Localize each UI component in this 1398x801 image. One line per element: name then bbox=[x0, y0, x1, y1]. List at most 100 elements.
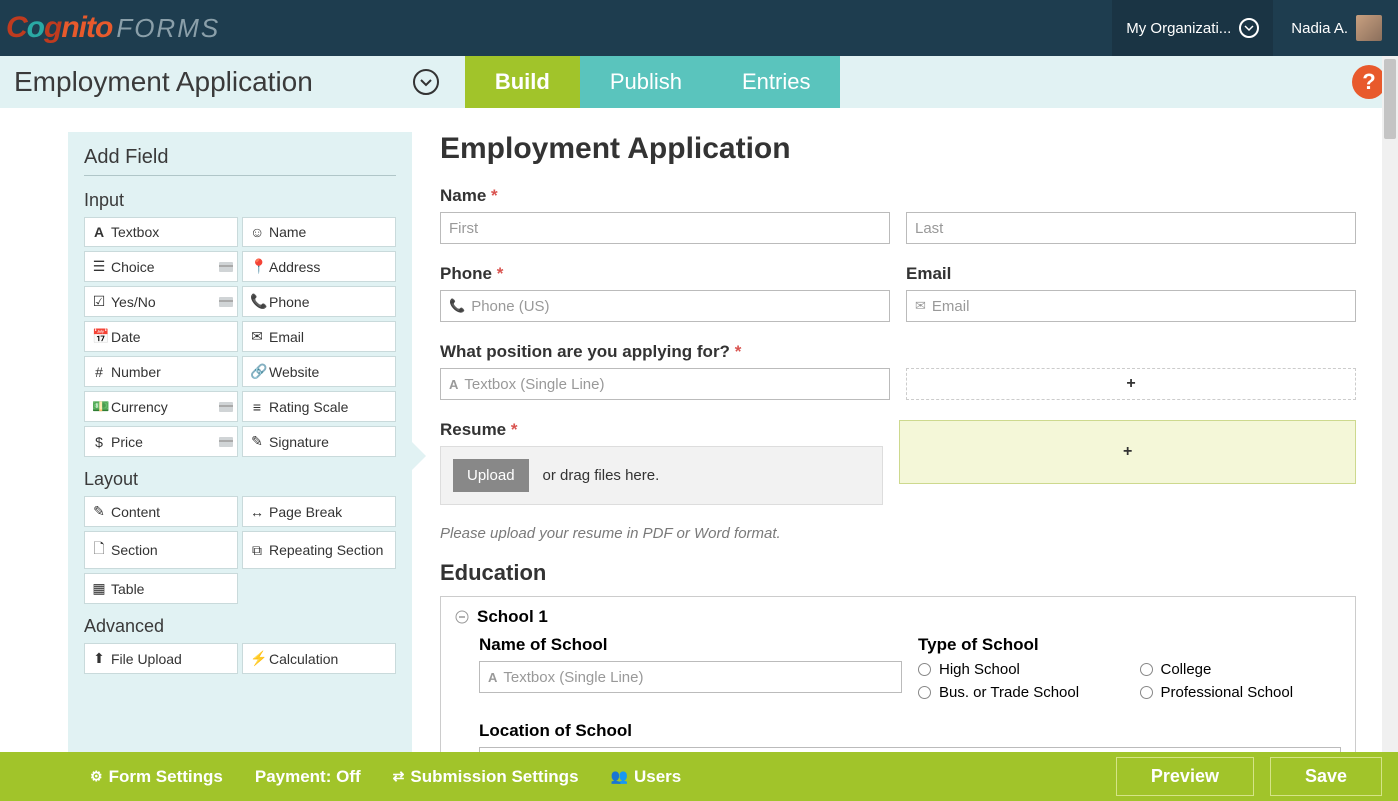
money-icon: 💵 bbox=[92, 398, 106, 415]
field-price[interactable]: $Price bbox=[84, 426, 238, 457]
field-signature[interactable]: ✎Signature bbox=[242, 426, 396, 457]
tabs: Build Publish Entries bbox=[465, 56, 841, 108]
avatar bbox=[1356, 15, 1382, 41]
card-icon bbox=[219, 437, 233, 447]
field-pagebreak[interactable]: ↔Page Break bbox=[242, 496, 396, 527]
sidebar-add-field: Add Field Input ATextbox ☺Name ☰Choice 📍… bbox=[68, 132, 412, 752]
text-icon: A bbox=[449, 377, 458, 392]
phone-input[interactable]: 📞 Phone (US) bbox=[440, 290, 890, 322]
field-yesno[interactable]: ☑Yes/No bbox=[84, 286, 238, 317]
logo-cognito: Cognito bbox=[6, 11, 112, 45]
resume-label: Resume * bbox=[440, 420, 883, 440]
users-icon: 👥 bbox=[611, 768, 628, 785]
field-repeating[interactable]: ⧉Repeating Section bbox=[242, 531, 396, 569]
pin-icon: 📍 bbox=[250, 258, 264, 275]
add-field-zone-large[interactable]: + bbox=[899, 420, 1356, 484]
card-icon bbox=[219, 402, 233, 412]
remove-icon[interactable] bbox=[455, 610, 469, 624]
form-settings-button[interactable]: ⚙Form Settings bbox=[90, 767, 223, 787]
check-icon: ☑ bbox=[92, 293, 106, 310]
field-currency[interactable]: 💵Currency bbox=[84, 391, 238, 422]
field-fileupload[interactable]: ⬆File Upload bbox=[84, 643, 238, 674]
link-icon: 🔗 bbox=[250, 363, 264, 380]
logo[interactable]: Cognito FORMS bbox=[6, 11, 220, 45]
field-address[interactable]: 📍Address bbox=[242, 251, 396, 282]
field-calculation[interactable]: ⚡Calculation bbox=[242, 643, 396, 674]
bolt-icon: ⚡ bbox=[250, 650, 264, 667]
first-name-input[interactable] bbox=[440, 212, 890, 244]
field-name[interactable]: ☺Name bbox=[242, 217, 396, 247]
plus-icon: + bbox=[1126, 375, 1135, 393]
form-heading: Employment Application bbox=[440, 132, 1356, 166]
radio-professional[interactable]: Professional School bbox=[1140, 684, 1342, 701]
education-heading: Education bbox=[440, 560, 1356, 586]
submission-settings-button[interactable]: ⇄Submission Settings bbox=[393, 767, 579, 787]
field-email[interactable]: ✉Email bbox=[242, 321, 396, 352]
scrollbar-thumb[interactable] bbox=[1384, 59, 1396, 139]
tab-publish[interactable]: Publish bbox=[580, 56, 712, 108]
field-rating[interactable]: ≡Rating Scale bbox=[242, 391, 396, 422]
field-textbox[interactable]: ATextbox bbox=[84, 217, 238, 247]
email-label: Email bbox=[906, 264, 1356, 284]
education-section: School 1 Name of School A Textbox (Singl… bbox=[440, 596, 1356, 752]
sidebar-title: Add Field bbox=[84, 146, 396, 176]
location-label: Location of School bbox=[479, 721, 1341, 741]
field-website[interactable]: 🔗Website bbox=[242, 356, 396, 387]
card-icon bbox=[219, 262, 233, 272]
tab-entries[interactable]: Entries bbox=[712, 56, 840, 108]
edit-icon: ✎ bbox=[92, 503, 106, 520]
plus-icon: + bbox=[1123, 443, 1132, 461]
radio-college[interactable]: College bbox=[1140, 661, 1342, 678]
radio-trade[interactable]: Bus. or Trade School bbox=[918, 684, 1120, 701]
logo-forms-text: FORMS bbox=[116, 13, 220, 44]
school-type-radios: High School College Bus. or Trade School… bbox=[918, 661, 1341, 701]
position-input[interactable]: A Textbox (Single Line) bbox=[440, 368, 890, 400]
field-date[interactable]: 📅Date bbox=[84, 321, 238, 352]
resume-upload-box[interactable]: Upload or drag files here. bbox=[440, 446, 883, 505]
radio-icon bbox=[1140, 686, 1153, 699]
help-button[interactable]: ? bbox=[1352, 65, 1386, 99]
top-header: Cognito FORMS My Organizati... Nadia A. bbox=[0, 0, 1398, 56]
school-name-label: Name of School bbox=[479, 635, 902, 655]
bottom-bar: ⚙Form Settings Payment: Off ⇄Submission … bbox=[0, 752, 1398, 801]
add-field-zone-small[interactable]: + bbox=[906, 368, 1356, 400]
text-icon: A bbox=[488, 670, 497, 685]
gear-icon: ⚙ bbox=[90, 768, 103, 785]
address-line-1-input[interactable] bbox=[479, 747, 1341, 752]
email-input[interactable]: ✉ Email bbox=[906, 290, 1356, 322]
scrollbar[interactable] bbox=[1382, 56, 1398, 752]
field-content[interactable]: ✎Content bbox=[84, 496, 238, 527]
school-name-input[interactable]: A Textbox (Single Line) bbox=[479, 661, 902, 693]
user-menu[interactable]: Nadia A. bbox=[1291, 15, 1382, 41]
card-icon bbox=[219, 297, 233, 307]
field-phone[interactable]: 📞Phone bbox=[242, 286, 396, 317]
copy-icon: ⧉ bbox=[250, 542, 264, 559]
last-name-input[interactable] bbox=[906, 212, 1356, 244]
org-dropdown[interactable]: My Organizati... bbox=[1112, 0, 1273, 56]
header-right: My Organizati... Nadia A. bbox=[1112, 0, 1382, 56]
position-label: What position are you applying for? * bbox=[440, 342, 890, 362]
field-table[interactable]: ▦Table bbox=[84, 573, 238, 604]
section-label-advanced: Advanced bbox=[84, 616, 396, 637]
upload-button[interactable]: Upload bbox=[453, 459, 529, 492]
payment-button[interactable]: Payment: Off bbox=[255, 767, 361, 787]
school-type-label: Type of School bbox=[918, 635, 1341, 655]
preview-button[interactable]: Preview bbox=[1116, 757, 1254, 796]
input-fields-grid: ATextbox ☺Name ☰Choice 📍Address ☑Yes/No … bbox=[84, 217, 396, 457]
phone-label: Phone * bbox=[440, 264, 890, 284]
radio-high-school[interactable]: High School bbox=[918, 661, 1120, 678]
field-section[interactable]: 🗋Section bbox=[84, 531, 238, 569]
shuffle-icon: ⇄ bbox=[393, 768, 405, 785]
section-label-input: Input bbox=[84, 190, 396, 211]
form-dropdown-button[interactable] bbox=[413, 69, 439, 95]
tab-build[interactable]: Build bbox=[465, 56, 580, 108]
save-button[interactable]: Save bbox=[1270, 757, 1382, 796]
table-icon: ▦ bbox=[92, 580, 106, 597]
users-button[interactable]: 👥Users bbox=[611, 767, 682, 787]
list-icon: ☰ bbox=[92, 258, 106, 275]
field-choice[interactable]: ☰Choice bbox=[84, 251, 238, 282]
upload-icon: ⬆ bbox=[92, 650, 106, 667]
pencil-icon: ✎ bbox=[250, 433, 264, 450]
field-number[interactable]: #Number bbox=[84, 356, 238, 387]
advanced-fields-grid: ⬆File Upload ⚡Calculation bbox=[84, 643, 396, 674]
